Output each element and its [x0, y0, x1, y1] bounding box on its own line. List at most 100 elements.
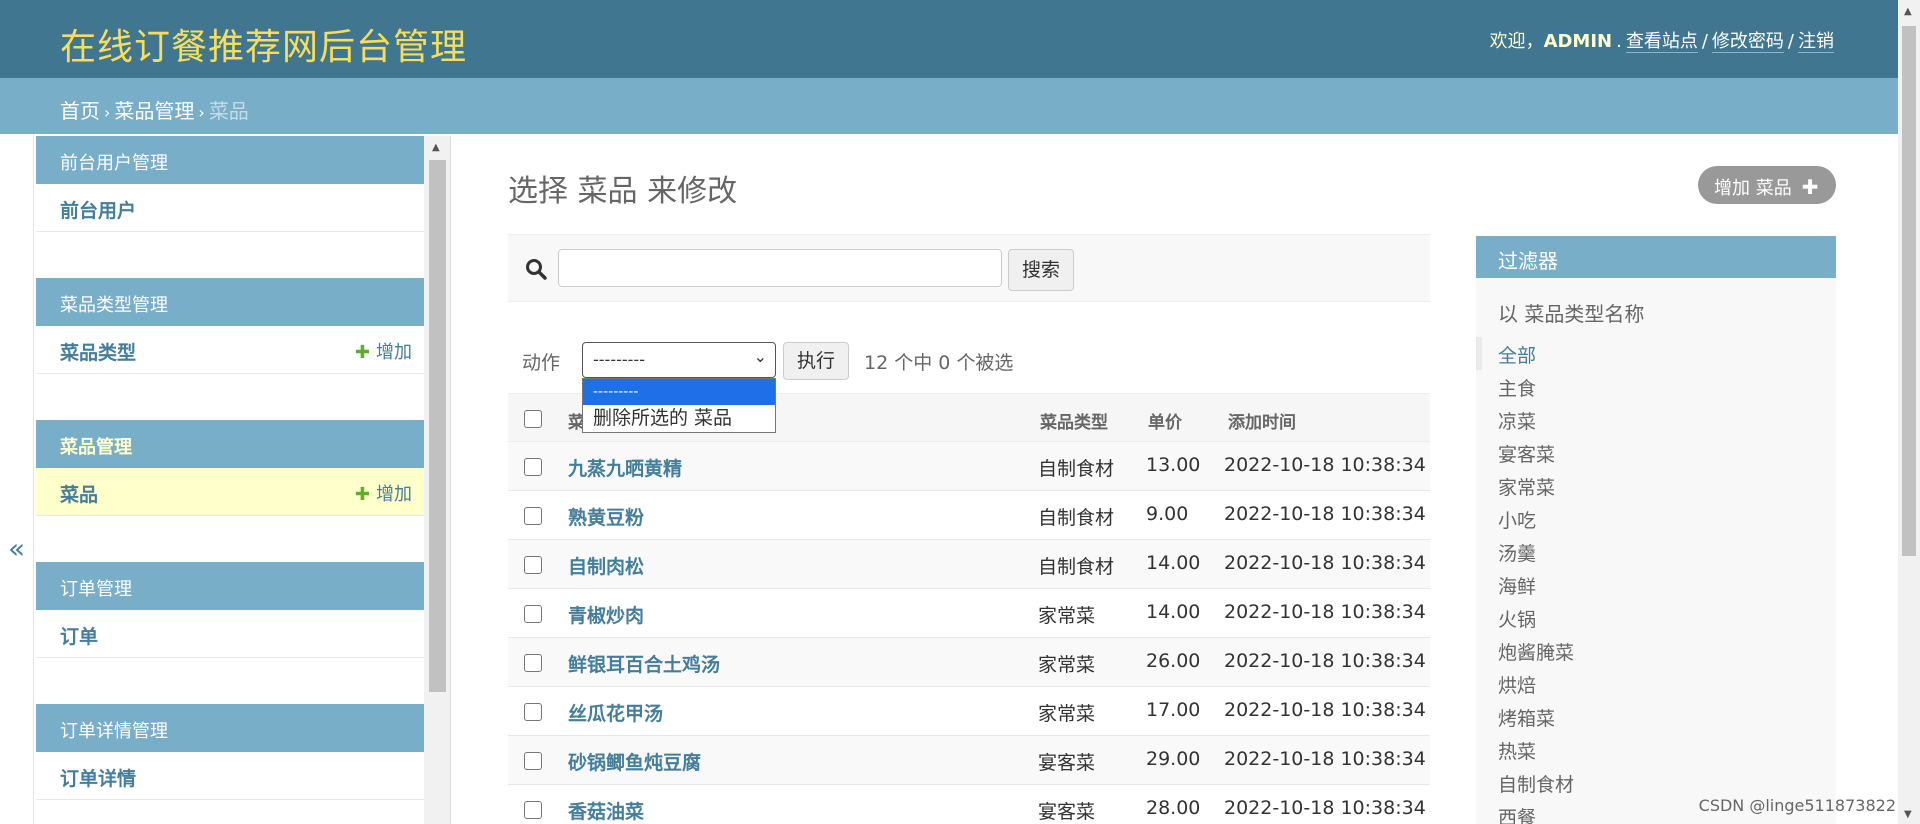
- sidebar-item-dish-type[interactable]: 菜品类型 ✚ 增加: [36, 326, 424, 374]
- table-row: 香菇油菜 宴客菜 28.00 2022-10-18 10:38:34: [508, 785, 1430, 824]
- action-label: 动作: [522, 352, 561, 374]
- sidebar-item-label[interactable]: 菜品: [60, 484, 98, 506]
- row-checkbox[interactable]: [524, 458, 542, 476]
- sidebar-item-dish[interactable]: 菜品 ✚ 增加: [36, 468, 424, 516]
- filter-option[interactable]: 海鲜: [1476, 568, 1836, 601]
- module-order-details: 订单详情管理 订单详情: [36, 704, 424, 800]
- filter-option[interactable]: 小吃: [1476, 502, 1836, 535]
- filter-option[interactable]: 宴客菜: [1476, 436, 1836, 469]
- filter-option[interactable]: 自制食材: [1476, 766, 1836, 799]
- added-time: 2022-10-18 10:38:34: [1224, 552, 1426, 574]
- row-checkbox[interactable]: [524, 507, 542, 525]
- page-scrollbar-thumb[interactable]: [1902, 26, 1916, 556]
- selection-counter: 12 个中 0 个被选: [864, 352, 1014, 374]
- header: 在线订餐推荐网后台管理 欢迎，ADMIN. 查看站点 / 修改密码 / 注销: [0, 0, 1898, 78]
- logout-link[interactable]: 注销: [1798, 31, 1834, 53]
- row-checkbox[interactable]: [524, 703, 542, 721]
- collapse-icon[interactable]: «: [8, 532, 25, 565]
- filter-option[interactable]: 烘焙: [1476, 667, 1836, 700]
- row-checkbox[interactable]: [524, 801, 542, 819]
- sidebar-item-order-detail[interactable]: 订单详情: [36, 752, 424, 800]
- added-time: 2022-10-18 10:38:34: [1224, 797, 1426, 819]
- filter-panel: 过滤器 以 菜品类型名称 全部 主食 凉菜 宴客菜 家常菜 小吃 汤羹 海鲜 火…: [1476, 236, 1836, 824]
- dish-name-link[interactable]: 自制肉松: [568, 552, 644, 579]
- plus-icon: ✚: [1801, 175, 1819, 199]
- dish-name-link[interactable]: 丝瓜花甲汤: [568, 699, 663, 726]
- username: ADMIN: [1543, 31, 1613, 52]
- add-dish-button[interactable]: 增加 菜品 ✚: [1698, 166, 1836, 204]
- breadcrumb: 首页 › 菜品管理 › 菜品: [0, 78, 1898, 134]
- add-dish-type-link[interactable]: ✚ 增加: [355, 338, 412, 364]
- module-caption[interactable]: 订单管理: [36, 562, 424, 610]
- scroll-down-arrow-icon[interactable]: ▼: [1904, 809, 1912, 820]
- sidebar-item-label[interactable]: 前台用户: [60, 200, 136, 222]
- dish-name-link[interactable]: 青椒炒肉: [568, 601, 644, 628]
- added-time: 2022-10-18 10:38:34: [1224, 650, 1426, 672]
- breadcrumb-section[interactable]: 菜品管理: [114, 99, 194, 123]
- col-time[interactable]: 添加时间: [1228, 408, 1296, 433]
- row-checkbox[interactable]: [524, 556, 542, 574]
- page-scrollbar[interactable]: ▲ ▼: [1898, 0, 1920, 824]
- sidebar-item-order[interactable]: 订单: [36, 610, 424, 658]
- row-checkbox[interactable]: [524, 605, 542, 623]
- sidebar-item-label[interactable]: 订单: [60, 626, 98, 648]
- search-toolbar: 搜索: [508, 234, 1430, 302]
- add-label[interactable]: 增加: [376, 484, 412, 505]
- sidebar-item-label[interactable]: 菜品类型: [60, 342, 136, 364]
- view-site-link[interactable]: 查看站点: [1625, 31, 1698, 53]
- chevron-down-icon: ⌄: [753, 347, 767, 366]
- scroll-up-arrow-icon[interactable]: ▲: [432, 142, 440, 153]
- change-password-link[interactable]: 修改密码: [1711, 31, 1784, 53]
- table-body: 九蒸九晒黄精 自制食材 13.00 2022-10-18 10:38:34 熟黄豆粉自…: [508, 442, 1430, 824]
- module-caption[interactable]: 菜品管理: [36, 420, 424, 468]
- sidebar-item-frontend-user[interactable]: 前台用户: [36, 184, 424, 232]
- dropdown-option-delete[interactable]: 删除所选的 菜品: [583, 405, 775, 431]
- sidebar-scrollbar[interactable]: ▲: [424, 136, 451, 824]
- scroll-up-arrow-icon[interactable]: ▲: [1904, 6, 1912, 17]
- filter-option[interactable]: 火锅: [1476, 601, 1836, 634]
- search-button[interactable]: 搜索: [1008, 249, 1074, 291]
- filter-option[interactable]: 炮酱腌菜: [1476, 634, 1836, 667]
- breadcrumb-home[interactable]: 首页: [60, 99, 100, 123]
- row-checkbox[interactable]: [524, 752, 542, 770]
- dish-type: 自制食材: [1038, 458, 1115, 480]
- dish-name-link[interactable]: 鲜银耳百合土鸡汤: [568, 650, 720, 677]
- add-dish-label[interactable]: 增加 菜品: [1714, 178, 1792, 199]
- sidebar-scrollbar-thumb[interactable]: [429, 160, 446, 692]
- breadcrumb-current: 菜品: [208, 99, 249, 123]
- site-name[interactable]: 在线订餐推荐网后台管理: [60, 18, 467, 70]
- col-type[interactable]: 菜品类型: [1040, 408, 1108, 433]
- action-dropdown[interactable]: --------- 删除所选的 菜品: [582, 378, 776, 433]
- dropdown-option-blank[interactable]: ---------: [583, 379, 775, 405]
- col-price[interactable]: 单价: [1148, 408, 1182, 433]
- module-caption[interactable]: 前台用户管理: [36, 136, 424, 184]
- dish-name-link[interactable]: 九蒸九晒黄精: [568, 454, 682, 481]
- dish-name-link[interactable]: 砂锅鲫鱼炖豆腐: [568, 748, 701, 775]
- go-button[interactable]: 执行: [783, 342, 849, 380]
- dish-name-link[interactable]: 香菇油菜: [568, 797, 644, 824]
- added-time: 2022-10-18 10:38:34: [1224, 748, 1426, 770]
- filter-option[interactable]: 烤箱菜: [1476, 700, 1836, 733]
- row-checkbox[interactable]: [524, 654, 542, 672]
- dish-name-link[interactable]: 熟黄豆粉: [568, 503, 644, 530]
- filter-option-all[interactable]: 全部: [1476, 337, 1836, 370]
- action-select[interactable]: --------- ⌄: [582, 342, 776, 378]
- user-tools: 欢迎，ADMIN. 查看站点 / 修改密码 / 注销: [1489, 31, 1834, 53]
- filter-option[interactable]: 主食: [1476, 370, 1836, 403]
- table-row: 鲜银耳百合土鸡汤 家常菜 26.00 2022-10-18 10:38:34: [508, 638, 1430, 687]
- module-caption[interactable]: 菜品类型管理: [36, 278, 424, 326]
- sidebar-item-label[interactable]: 订单详情: [60, 768, 136, 790]
- filter-option[interactable]: 凉菜: [1476, 403, 1836, 436]
- filter-option[interactable]: 汤羹: [1476, 535, 1836, 568]
- select-all-checkbox[interactable]: [524, 410, 542, 428]
- add-dish-link[interactable]: ✚ 增加: [355, 480, 412, 506]
- table-row: 丝瓜花甲汤 家常菜 17.00 2022-10-18 10:38:34: [508, 687, 1430, 736]
- dish-price: 9.00: [1146, 503, 1189, 525]
- toggle-nav-sidebar[interactable]: «: [0, 134, 34, 824]
- add-label[interactable]: 增加: [376, 342, 412, 363]
- search-input[interactable]: [558, 249, 1002, 287]
- module-caption[interactable]: 订单详情管理: [36, 704, 424, 752]
- filter-option[interactable]: 热菜: [1476, 733, 1836, 766]
- dish-type: 家常菜: [1038, 605, 1096, 627]
- filter-option[interactable]: 家常菜: [1476, 469, 1836, 502]
